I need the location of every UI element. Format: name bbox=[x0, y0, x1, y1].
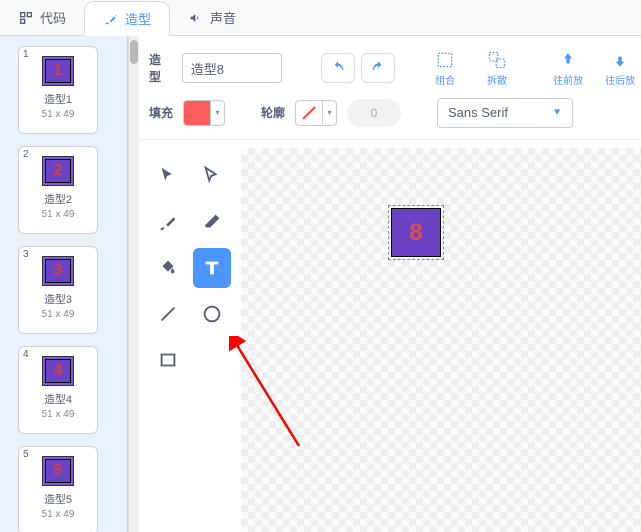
tool-eraser[interactable] bbox=[193, 202, 231, 242]
sprite-text: 8 bbox=[409, 219, 422, 247]
costume-thumb[interactable]: 2 2 造型2 51 x 49 bbox=[18, 146, 98, 234]
canvas-area[interactable]: 8 bbox=[241, 148, 641, 532]
thumb-preview: 3 bbox=[43, 257, 73, 285]
thumb-index: 1 bbox=[23, 49, 29, 60]
costume-thumb[interactable]: 1 1 造型1 51 x 49 bbox=[18, 46, 98, 134]
undo-button[interactable] bbox=[321, 53, 355, 83]
editor-scrollbar[interactable] bbox=[129, 36, 139, 532]
tab-sounds-label: 声音 bbox=[210, 8, 236, 27]
fill-label: 填充 bbox=[149, 104, 173, 121]
thumb-preview: 5 bbox=[43, 457, 73, 485]
fill-color-swatch[interactable] bbox=[183, 100, 211, 126]
thumb-name: 造型3 bbox=[19, 291, 97, 307]
costume-list[interactable]: 1 1 造型1 51 x 49 2 2 造型2 51 x 49 3 3 造型3 51 x 49 4 4 造型… bbox=[0, 36, 128, 532]
thumb-size: 51 x 49 bbox=[19, 109, 97, 120]
tab-sounds[interactable]: 声音 bbox=[170, 0, 254, 35]
tool-fill[interactable] bbox=[149, 248, 187, 288]
thumb-name: 造型1 bbox=[19, 91, 97, 107]
tab-code[interactable]: 代码 bbox=[0, 0, 84, 35]
stroke-color-swatch[interactable] bbox=[295, 100, 323, 126]
tool-brush[interactable] bbox=[149, 202, 187, 242]
ungroup-button[interactable]: 拆散 bbox=[476, 50, 518, 87]
backward-button[interactable]: 往后放 bbox=[599, 50, 641, 87]
sprite-on-canvas[interactable]: 8 bbox=[391, 208, 441, 257]
code-icon bbox=[18, 10, 34, 26]
tool-palette bbox=[149, 156, 231, 380]
thumb-name: 造型4 bbox=[19, 391, 97, 407]
thumb-preview: 2 bbox=[43, 157, 73, 185]
font-select[interactable]: Sans Serif ▼ bbox=[437, 98, 573, 128]
thumb-index: 2 bbox=[23, 149, 29, 160]
costume-thumb[interactable]: 5 5 造型5 51 x 49 bbox=[18, 446, 98, 532]
costume-thumb[interactable]: 4 4 造型4 51 x 49 bbox=[18, 346, 98, 434]
tool-line[interactable] bbox=[149, 294, 187, 334]
redo-button[interactable] bbox=[361, 53, 395, 83]
tool-reshape[interactable] bbox=[193, 156, 231, 196]
group-button[interactable]: 组合 bbox=[424, 50, 466, 87]
brush-icon bbox=[103, 11, 119, 27]
tab-code-label: 代码 bbox=[40, 8, 66, 27]
stroke-label: 轮廓 bbox=[261, 104, 285, 121]
sound-icon bbox=[188, 10, 204, 26]
fill-color-dropdown[interactable]: ▾ bbox=[211, 100, 225, 126]
tool-select[interactable] bbox=[149, 156, 187, 196]
tab-costumes-label: 造型 bbox=[125, 9, 151, 28]
tool-rectangle[interactable] bbox=[149, 340, 187, 380]
thumb-size: 51 x 49 bbox=[19, 409, 97, 420]
thumb-size: 51 x 49 bbox=[19, 209, 97, 220]
costume-name-input[interactable] bbox=[182, 53, 282, 83]
stroke-color-dropdown[interactable]: ▾ bbox=[323, 100, 337, 126]
thumb-preview: 1 bbox=[43, 57, 73, 85]
thumb-size: 51 x 49 bbox=[19, 309, 97, 320]
tool-text[interactable] bbox=[193, 248, 231, 288]
chevron-down-icon: ▼ bbox=[552, 107, 562, 118]
thumb-size: 51 x 49 bbox=[19, 509, 97, 520]
thumb-index: 4 bbox=[23, 349, 29, 360]
thumb-index: 5 bbox=[23, 449, 29, 460]
thumb-index: 3 bbox=[23, 249, 29, 260]
thumb-preview: 4 bbox=[43, 357, 73, 385]
tool-circle[interactable] bbox=[193, 294, 231, 334]
forward-button[interactable]: 往前放 bbox=[547, 50, 589, 87]
costume-thumb[interactable]: 3 3 造型3 51 x 49 bbox=[18, 246, 98, 334]
tab-costumes[interactable]: 造型 bbox=[84, 1, 170, 36]
costume-editor: 造型 组合 拆散 往前放 往后放 填充 ▾ 轮廓 ▾ bbox=[128, 36, 641, 532]
stroke-width-input[interactable]: 0 bbox=[347, 99, 401, 127]
thumb-name: 造型5 bbox=[19, 491, 97, 507]
tab-bar: 代码 造型 声音 bbox=[0, 0, 641, 36]
costume-name-label: 造型 bbox=[149, 51, 172, 85]
thumb-name: 造型2 bbox=[19, 191, 97, 207]
font-select-value: Sans Serif bbox=[448, 105, 508, 120]
